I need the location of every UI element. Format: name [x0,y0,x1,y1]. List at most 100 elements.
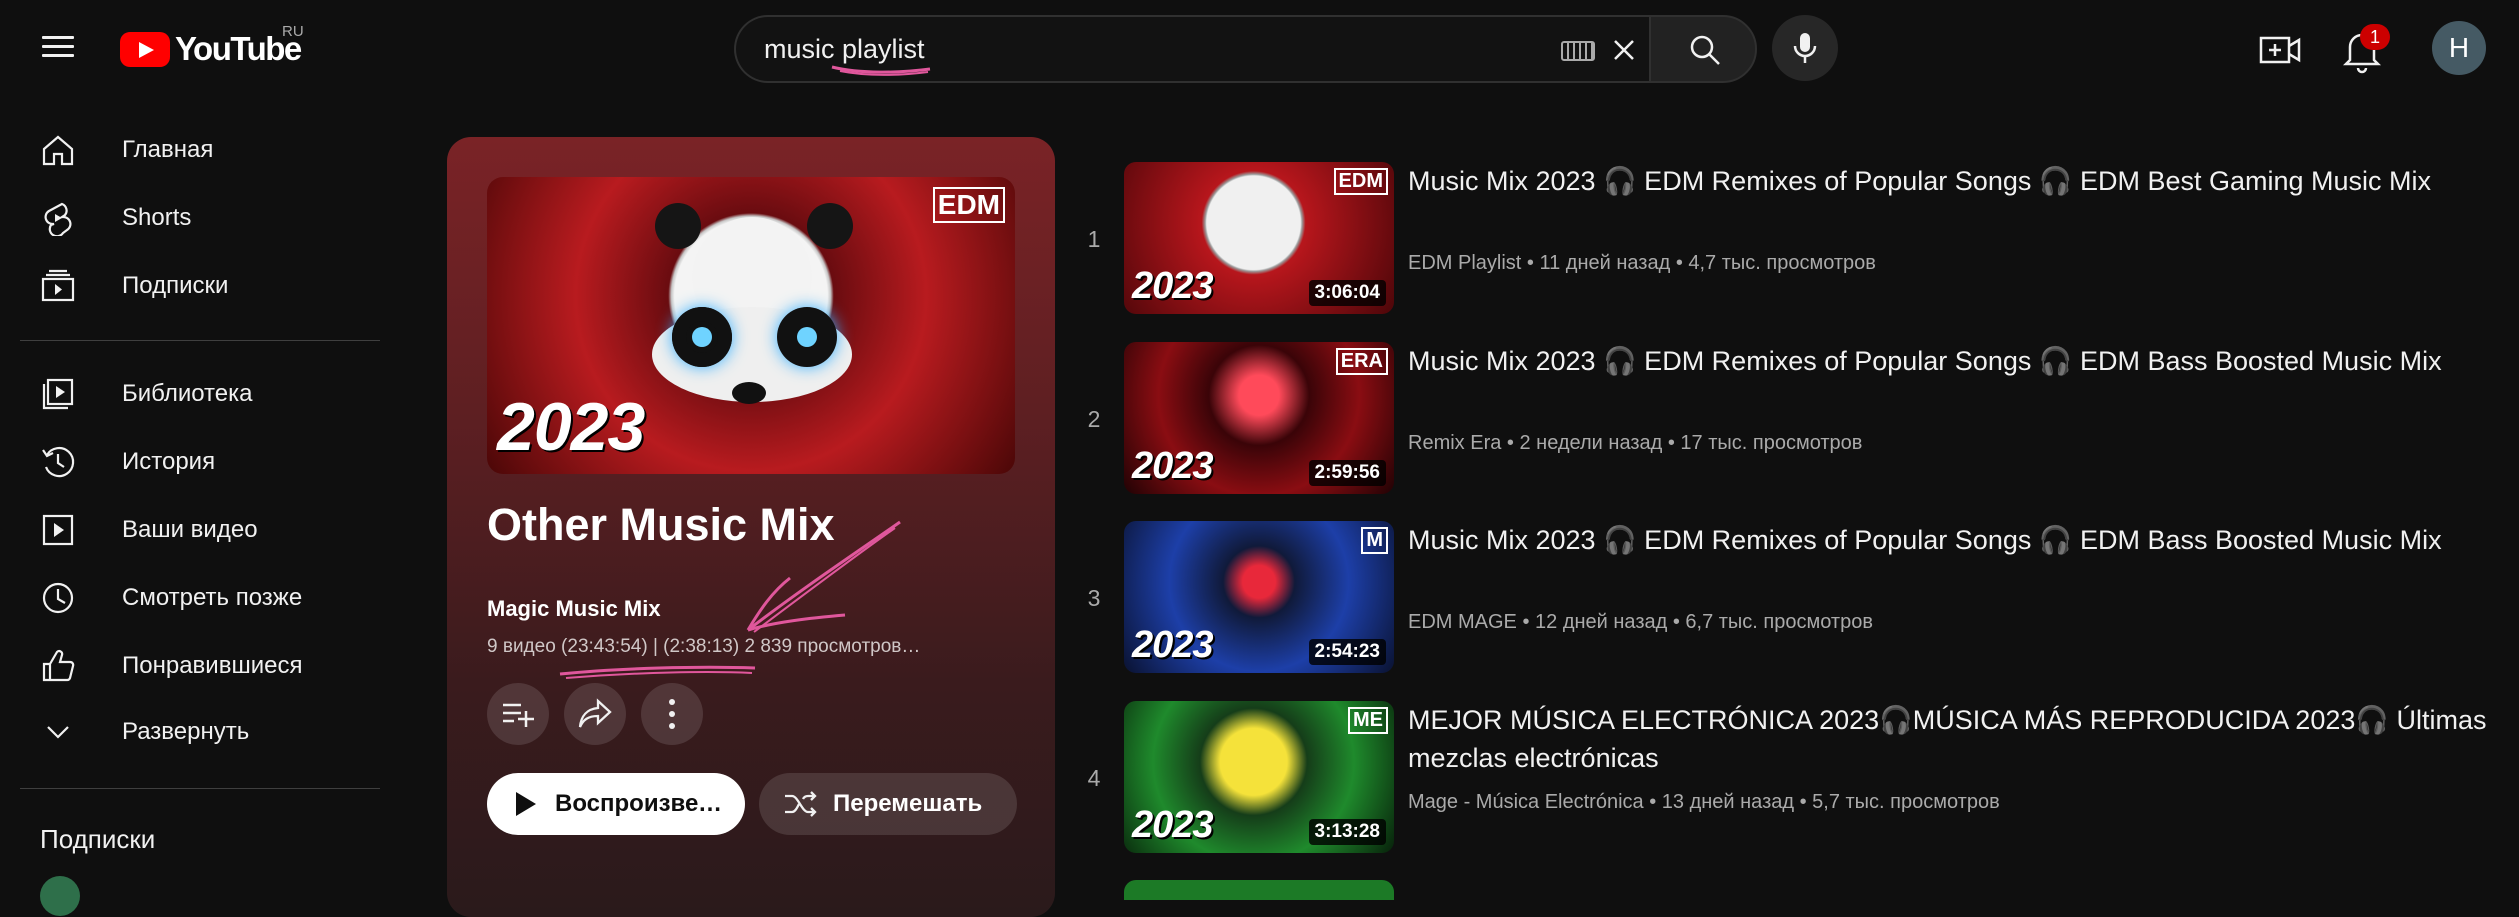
youtube-logo[interactable]: YouTube [120,28,302,70]
sidebar-divider [20,340,380,341]
sidebar-item-liked[interactable]: Понравившиеся [20,634,370,698]
panda-ear-image [655,203,701,249]
sidebar-item-your-videos[interactable]: Ваши видео [20,498,370,562]
more-vertical-icon [669,699,675,729]
menu-icon[interactable] [40,30,80,70]
search-input[interactable]: music playlist [734,15,1649,83]
sidebar-item-history[interactable]: История [20,430,370,494]
masthead: YouTube RU music playlist 1 H [0,0,2519,96]
panda-eye-glow [797,327,817,347]
video-thumbnail[interactable]: EDM 2023 3:06:04 [1124,162,1394,314]
home-icon [42,135,74,166]
clear-search-icon[interactable] [1606,32,1642,68]
sidebar-item-library[interactable]: Библиотека [20,362,370,426]
search-button[interactable] [1649,15,1757,83]
sidebar-item-label: Развернуть [122,718,250,745]
video-thumbnail[interactable]: ERA 2023 2:59:56 [1124,342,1394,494]
thumbnail-year: 2023 [1132,265,1214,307]
era-brand-logo: ERA [1335,348,1388,375]
thumbnail-year: 2023 [1132,624,1214,666]
video-thumbnail[interactable]: ME 2023 3:13:28 [1124,701,1394,853]
sidebar-item-watch-later[interactable]: Смотреть позже [20,566,370,630]
video-duration: 2:59:56 [1308,460,1386,486]
panda-eye-glow [692,327,712,347]
chevron-down-icon [47,726,69,739]
sidebar: Главная Shorts Подписки Библиотека Истор… [0,96,380,916]
sidebar-item-label: Подписки [122,272,229,299]
shuffle-label: Перемешать [833,790,983,817]
panda-ear-image [807,203,853,249]
library-icon [42,378,74,410]
create-video-icon[interactable] [2258,28,2302,72]
sidebar-item-label: Shorts [122,204,192,231]
share-icon [578,698,612,728]
play-icon [516,792,536,816]
your-videos-icon [42,514,74,546]
sidebar-divider [20,788,380,789]
video-meta: EDM MAGE • 12 дней назад • 6,7 тыс. прос… [1408,611,1873,633]
playlist-title: Other Music Mix [487,499,835,550]
playlist-video-item[interactable]: 1 EDM 2023 3:06:04 Music Mix 2023 🎧 EDM … [1080,162,2480,322]
video-index: 4 [1087,765,1101,791]
video-title[interactable]: Music Mix 2023 🎧 EDM Remixes of Popular … [1408,521,2488,559]
edm-brand-logo: EDM [1333,168,1388,195]
thumbnail-year: 2023 [497,389,645,465]
sidebar-item-label: История [122,448,216,475]
notification-count-badge: 1 [2360,24,2390,50]
search-query: music playlist [764,34,925,64]
more-actions-button[interactable] [641,683,703,745]
playlist-channel-link[interactable]: Magic Music Mix [487,596,661,622]
microphone-icon [1793,33,1817,63]
sidebar-item-shorts[interactable]: Shorts [20,186,370,250]
share-button[interactable] [564,683,626,745]
save-to-playlist-button[interactable] [487,683,549,745]
shuffle-button[interactable]: Перемешать [759,773,1017,835]
video-index: 3 [1087,585,1101,611]
keyboard-icon[interactable] [1561,41,1595,61]
sidebar-item-show-more[interactable]: Развернуть [20,700,370,764]
playlist-stats: 9 видео (23:43:54) | (2:38:13) 2 839 про… [487,636,921,657]
video-index: 2 [1087,406,1101,432]
play-all-label: Воспроизвести все [555,790,733,817]
mage-brand-logo: M [1361,527,1388,554]
subscriptions-heading: Подписки [40,824,156,854]
playlist-video-item[interactable]: 4 ME 2023 3:13:28 MEJOR MÚSICA ELECTRÓNI… [1080,701,2487,861]
youtube-play-icon [120,31,170,67]
video-duration: 3:06:04 [1308,280,1386,306]
watch-later-icon [42,582,74,614]
sidebar-item-label: Смотреть позже [122,584,303,611]
video-duration: 2:54:23 [1308,639,1386,665]
thumbs-up-icon [42,650,75,682]
panda-nose-image [732,382,766,404]
voice-search-button[interactable] [1772,15,1838,81]
video-duration: 3:13:28 [1308,819,1386,845]
video-title[interactable]: Music Mix 2023 🎧 EDM Remixes of Popular … [1408,342,2488,380]
search-icon [1690,35,1720,65]
video-meta: EDM Playlist • 11 дней назад • 4,7 тыс. … [1408,252,1876,274]
edm-brand-logo: EDM [932,187,1005,223]
video-thumbnail-partial[interactable] [1124,880,1394,900]
sidebar-item-label: Библиотека [122,380,253,407]
playlist-add-icon [503,703,534,727]
video-index: 1 [1087,226,1101,252]
play-all-button[interactable]: Воспроизвести все [487,773,745,835]
sidebar-item-label: Главная [122,136,214,163]
shorts-icon [44,202,72,236]
sidebar-item-subscriptions[interactable]: Подписки [20,254,370,318]
video-meta: Mage - Música Electrónica • 13 дней наза… [1408,791,2000,813]
sidebar-item-home[interactable]: Главная [20,118,370,182]
video-meta: Remix Era • 2 недели назад • 17 тыс. про… [1408,432,1863,454]
playlist-video-item[interactable]: 2 ERA 2023 2:59:56 Music Mix 2023 🎧 EDM … [1080,342,2480,502]
playlist-video-item[interactable]: 3 M 2023 2:54:23 Music Mix 2023 🎧 EDM Re… [1080,521,2480,681]
video-title[interactable]: MEJOR MÚSICA ELECTRÓNICA 2023🎧MÚSICA MÁS… [1408,701,2488,777]
logo-country-code: RU [282,23,304,40]
playlist-thumbnail[interactable]: EDM 2023 [487,177,1015,474]
sidebar-item-label: Ваши видео [122,516,258,543]
subscription-avatar[interactable] [40,876,80,916]
account-avatar[interactable]: H [2432,21,2486,75]
me-brand-logo: ME [1348,707,1388,734]
thumbnail-year: 2023 [1132,445,1214,487]
video-thumbnail[interactable]: M 2023 2:54:23 [1124,521,1394,673]
shuffle-icon [785,791,817,817]
video-title[interactable]: Music Mix 2023 🎧 EDM Remixes of Popular … [1408,162,2488,200]
